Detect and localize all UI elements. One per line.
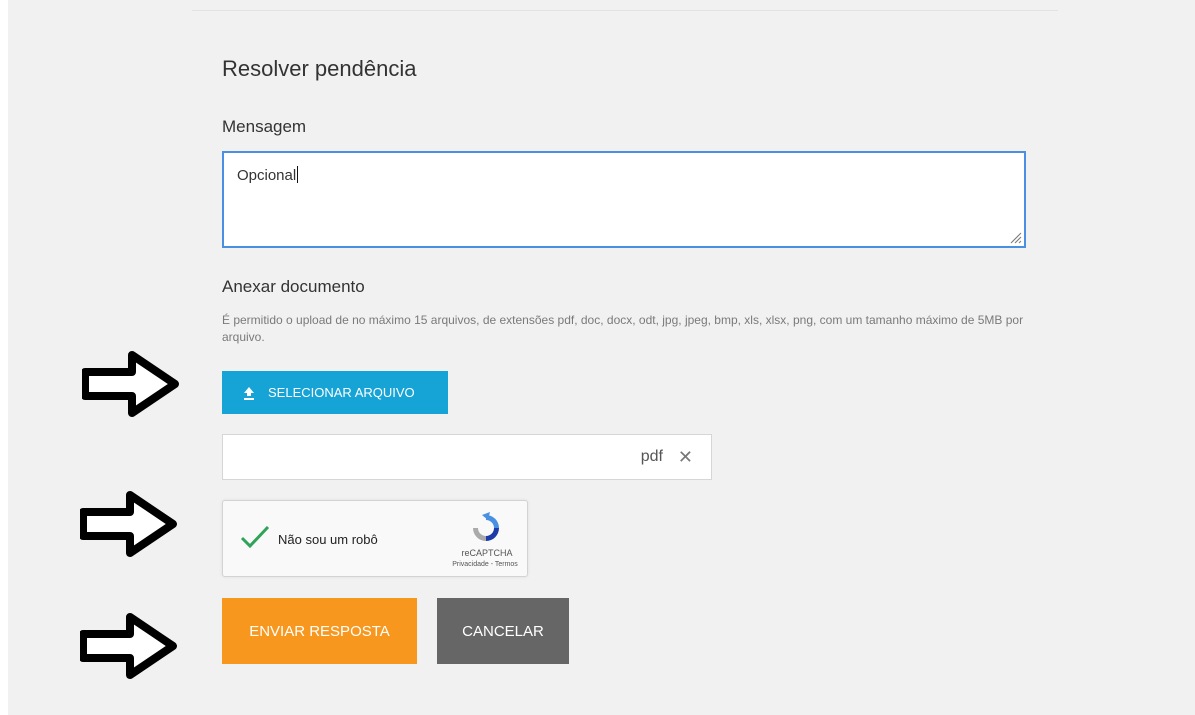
file-extension: pdf	[640, 448, 663, 465]
attach-label: Anexar documento	[222, 277, 365, 296]
arrow-right-icon	[80, 491, 177, 557]
attached-file-field: pdf ✕	[222, 434, 712, 480]
page-panel	[8, 0, 1195, 715]
select-file-button[interactable]: SELECIONAR ARQUIVO	[222, 371, 448, 414]
recaptcha-links[interactable]: Privacidade - Termos	[433, 561, 537, 568]
attach-help-text: É permitido o upload de no máximo 15 arq…	[222, 313, 1024, 344]
message-value: Opcional	[237, 166, 299, 184]
arrow-right-icon	[82, 351, 179, 417]
cancel-button[interactable]: CANCELAR	[437, 598, 569, 664]
resize-grip-icon[interactable]	[1008, 230, 1022, 244]
send-response-button[interactable]: ENVIAR RESPOSTA	[222, 598, 417, 664]
message-label: Mensagem	[222, 117, 307, 136]
message-textarea[interactable]: Opcional	[222, 151, 1026, 248]
page-title: Resolver pendência	[222, 56, 417, 81]
recaptcha-label: Não sou um robô	[278, 532, 378, 547]
check-icon[interactable]	[239, 523, 271, 551]
select-file-label: SELECIONAR ARQUIVO	[268, 385, 415, 400]
recaptcha-logo-icon	[473, 512, 499, 541]
top-divider	[192, 10, 1058, 11]
recaptcha-brand: reCAPTCHA	[461, 548, 513, 558]
close-icon[interactable]: ✕	[678, 447, 693, 468]
arrow-right-icon	[80, 613, 177, 679]
recaptcha-widget[interactable]: Não sou um robô reCAPTCHA Privacidade - …	[222, 500, 528, 577]
upload-icon	[244, 386, 254, 400]
